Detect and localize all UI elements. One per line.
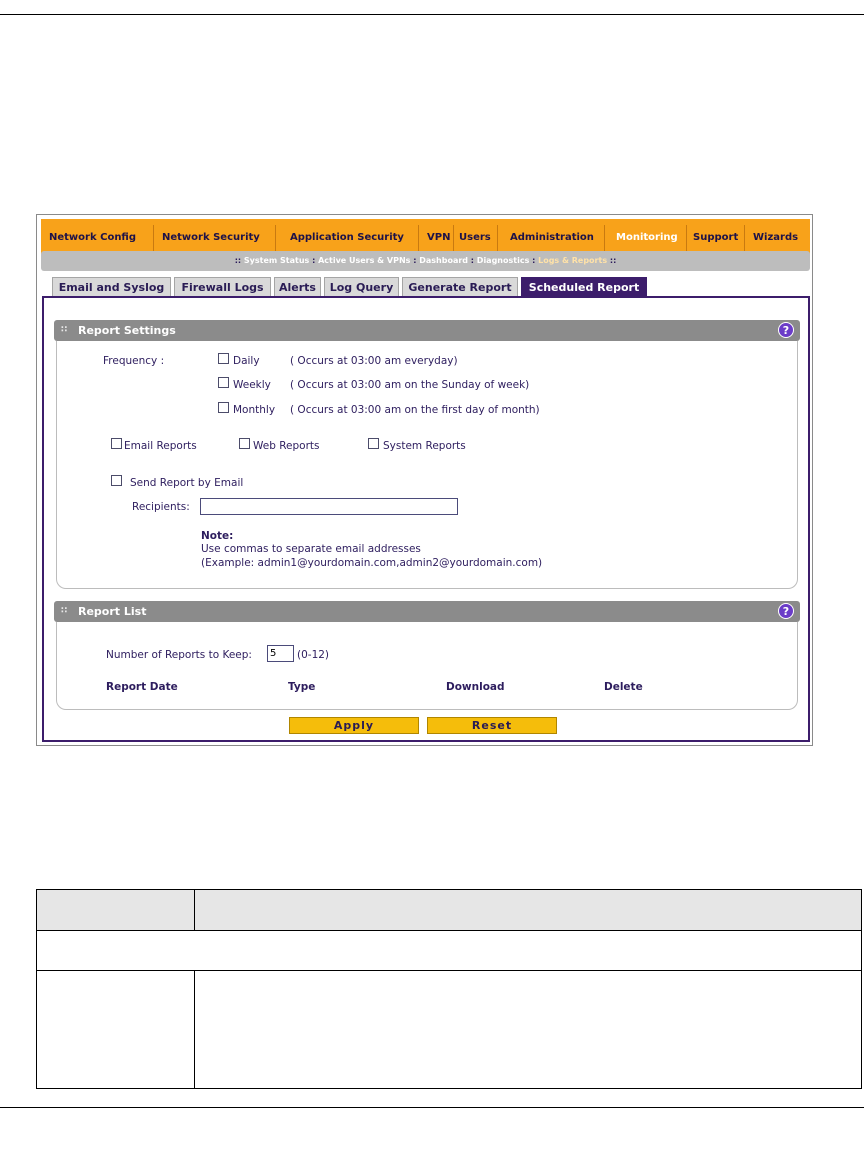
reports-to-keep-range: (0-12)	[297, 649, 330, 661]
subnav-separator: :	[410, 256, 420, 265]
nav-wizards[interactable]: Wizards	[753, 229, 798, 247]
nav-separator	[604, 225, 605, 253]
apply-button[interactable]: Apply	[289, 717, 419, 734]
subnav-diagnostics[interactable]: Diagnostics	[477, 256, 530, 265]
column-download: Download	[446, 681, 505, 693]
table-section-cell	[36, 930, 862, 971]
system-reports-label: System Reports	[383, 440, 466, 452]
subnav-dashboard[interactable]: Dashboard	[419, 256, 468, 265]
help-icon[interactable]: ?	[778, 603, 794, 619]
nav-separator	[497, 225, 498, 253]
report-settings-header: ∷ Report Settings ?	[54, 320, 800, 341]
nav-separator	[418, 225, 419, 253]
table-header-row	[36, 889, 862, 931]
column-delete: Delete	[604, 681, 643, 693]
nav-support[interactable]: Support	[693, 229, 738, 247]
tab-generate-report[interactable]: Generate Report	[402, 277, 518, 296]
subnav-prefix: ::	[234, 256, 244, 265]
table-cell	[36, 970, 195, 1089]
weekly-checkbox[interactable]	[218, 377, 229, 388]
recipients-label: Recipients:	[132, 501, 190, 513]
daily-checkbox[interactable]	[218, 353, 229, 364]
grip-icon: ∷	[61, 325, 68, 335]
frequency-label: Frequency :	[103, 355, 165, 367]
nav-vpn[interactable]: VPN	[427, 229, 450, 247]
subnav-system-status[interactable]: System Status	[244, 256, 309, 265]
weekly-note: ( Occurs at 03:00 am on the Sunday of we…	[290, 379, 530, 391]
system-reports-checkbox[interactable]	[368, 438, 379, 449]
tab-scheduled-report[interactable]: Scheduled Report	[521, 277, 647, 296]
ui-screenshot: Network Config Network Security Applicat…	[36, 214, 813, 746]
note-line-1: Use commas to separate email addresses	[201, 543, 421, 555]
note-title: Note:	[201, 530, 234, 542]
send-by-email-label: Send Report by Email	[130, 477, 244, 489]
table-header-cell	[194, 889, 862, 931]
tab-firewall-logs[interactable]: Firewall Logs	[174, 277, 271, 296]
table-section-row	[36, 930, 862, 971]
table-row	[36, 970, 862, 1089]
subnav-suffix: ::	[607, 256, 617, 265]
recipients-input[interactable]	[200, 498, 458, 515]
daily-label: Daily	[233, 355, 260, 367]
reset-button[interactable]: Reset	[427, 717, 557, 734]
subnav-separator: :	[309, 256, 319, 265]
web-reports-checkbox[interactable]	[239, 438, 250, 449]
nav-users[interactable]: Users	[459, 229, 491, 247]
sub-nav: :: System Status : Active Users & VPNs :…	[41, 251, 810, 271]
report-list-header: ∷ Report List ?	[54, 601, 800, 622]
nav-separator	[686, 225, 687, 253]
nav-separator	[744, 225, 745, 253]
email-reports-checkbox[interactable]	[111, 438, 122, 449]
nav-administration[interactable]: Administration	[510, 229, 594, 247]
subnav-separator: :	[529, 256, 539, 265]
page-bottom-rule	[0, 1107, 864, 1108]
grip-icon: ∷	[61, 606, 68, 616]
nav-separator	[275, 225, 276, 253]
tab-log-query[interactable]: Log Query	[324, 277, 399, 296]
nav-network-security[interactable]: Network Security	[162, 229, 260, 247]
settings-table	[36, 889, 862, 1089]
column-report-date: Report Date	[106, 681, 178, 693]
report-list-title: Report List	[78, 605, 147, 618]
nav-separator	[153, 225, 154, 253]
tab-alerts[interactable]: Alerts	[274, 277, 321, 296]
nav-separator	[453, 225, 454, 253]
reports-to-keep-input[interactable]	[267, 645, 294, 662]
weekly-label: Weekly	[233, 379, 271, 391]
table-cell	[194, 970, 862, 1089]
nav-network-config[interactable]: Network Config	[49, 229, 136, 247]
report-settings-title: Report Settings	[78, 324, 176, 337]
tab-email-and-syslog[interactable]: Email and Syslog	[52, 277, 171, 296]
report-list-panel	[56, 622, 798, 710]
monthly-note: ( Occurs at 03:00 am on the first day of…	[290, 404, 540, 416]
subnav-logs-reports[interactable]: Logs & Reports	[538, 256, 607, 265]
note-line-2: (Example: admin1@yourdomain.com,admin2@y…	[201, 557, 543, 569]
email-reports-label: Email Reports	[124, 440, 197, 452]
daily-note: ( Occurs at 03:00 am everyday)	[290, 355, 458, 367]
help-icon[interactable]: ?	[778, 322, 794, 338]
column-type: Type	[288, 681, 316, 693]
page-top-rule	[0, 14, 864, 15]
monthly-label: Monthly	[233, 404, 276, 416]
web-reports-label: Web Reports	[253, 440, 320, 452]
table-header-cell	[36, 889, 195, 931]
send-by-email-checkbox[interactable]	[111, 475, 122, 486]
nav-application-security[interactable]: Application Security	[290, 229, 404, 247]
reports-to-keep-label: Number of Reports to Keep:	[106, 649, 252, 661]
subnav-active-users-vpns[interactable]: Active Users & VPNs	[318, 256, 410, 265]
nav-monitoring[interactable]: Monitoring	[616, 229, 678, 247]
subnav-separator: :	[468, 256, 477, 265]
tab-content: ∷ Report Settings ? Frequency : Daily ( …	[42, 296, 810, 742]
monthly-checkbox[interactable]	[218, 402, 229, 413]
